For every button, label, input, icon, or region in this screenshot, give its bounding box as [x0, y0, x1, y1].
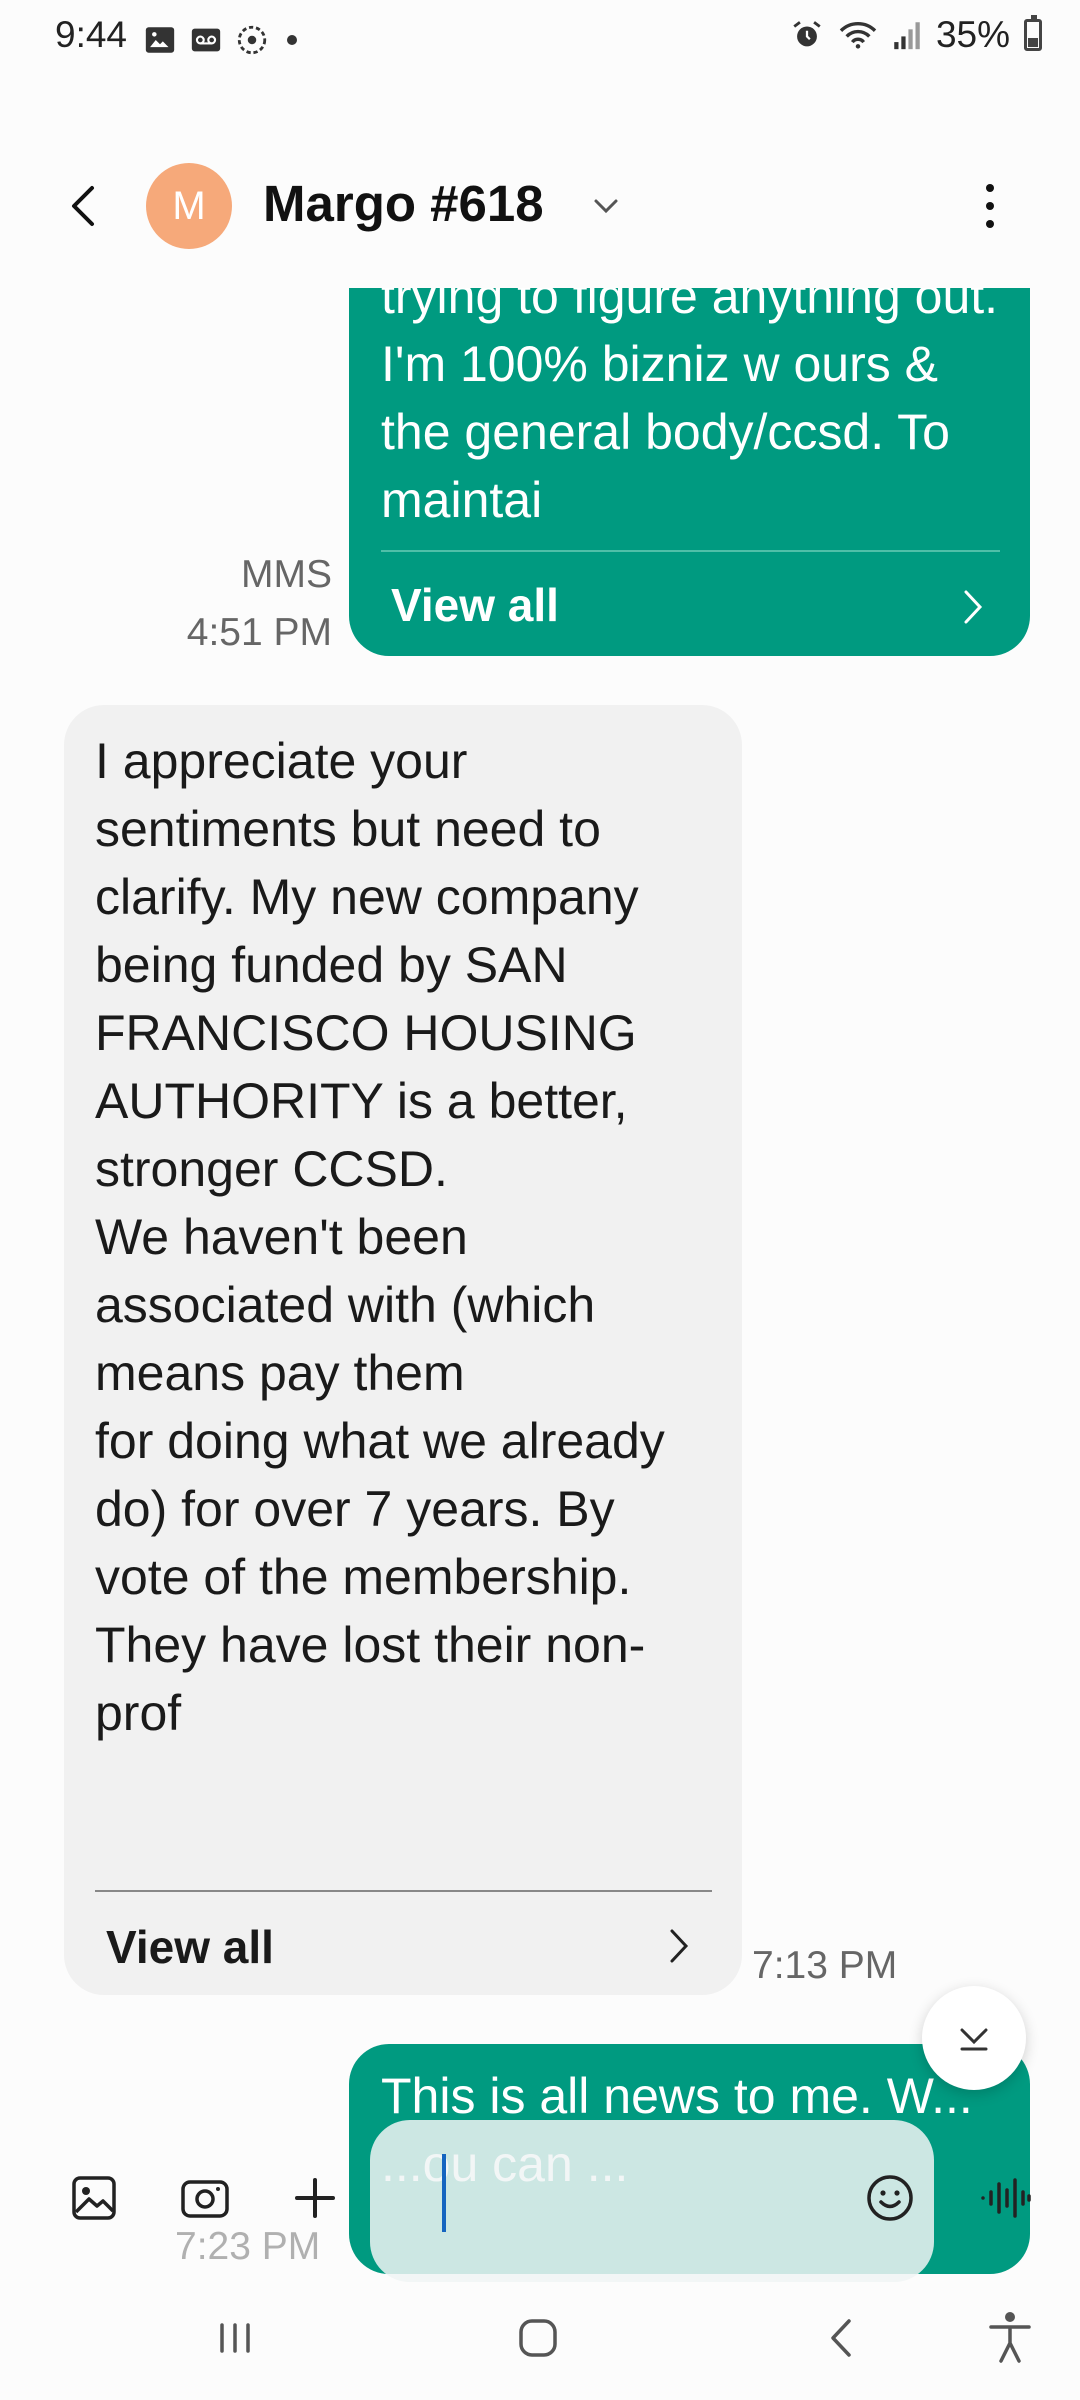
camera-icon[interactable]: [175, 2168, 235, 2228]
accessibility-icon[interactable]: [975, 2303, 1045, 2373]
divider: [381, 550, 1000, 552]
notification-icons: [143, 22, 297, 58]
message-input[interactable]: [370, 2120, 934, 2282]
status-time: 9:44: [55, 14, 128, 55]
system-status: 35%: [790, 14, 1042, 56]
view-all-button[interactable]: View all: [106, 1920, 274, 1974]
scroll-to-bottom-button[interactable]: [922, 1986, 1026, 2090]
chevron-right-icon[interactable]: [956, 584, 990, 630]
alarm-icon: [793, 21, 821, 47]
signal-icon: [894, 22, 920, 50]
battery-icon: [1024, 15, 1042, 51]
incoming-message-bubble[interactable]: I appreciate your sentiments but need to…: [64, 705, 742, 1995]
battery-percent: 35%: [935, 14, 1010, 55]
gallery-icon[interactable]: [64, 2168, 124, 2228]
recents-icon[interactable]: [200, 2303, 270, 2373]
view-all-button[interactable]: View all: [391, 578, 559, 632]
settings-dashed-icon: [237, 25, 267, 55]
outgoing-message-bubble[interactable]: trying to figure anything out. I'm 100% …: [349, 288, 1030, 656]
image-icon: [145, 27, 175, 53]
status-bar: 9:44 35%: [0, 0, 1080, 80]
message-meta: MMS 4:51 PM: [187, 546, 332, 662]
text-cursor: [442, 2154, 446, 2232]
chevron-down-icon[interactable]: [586, 186, 626, 226]
divider: [95, 1890, 712, 1892]
add-icon[interactable]: [285, 2168, 345, 2228]
message-timestamp: 7:13 PM: [752, 1944, 898, 1987]
avatar-letter: M: [172, 183, 206, 228]
message-type-label: MMS: [241, 553, 332, 596]
avatar[interactable]: M: [146, 163, 232, 249]
contact-name[interactable]: Margo #618: [263, 174, 544, 233]
emoji-icon[interactable]: [860, 2168, 920, 2228]
voicemail-icon: [191, 28, 221, 52]
message-timestamp: 4:51 PM: [186, 611, 332, 654]
home-icon[interactable]: [503, 2303, 573, 2373]
back-button[interactable]: [58, 176, 118, 236]
message-text: trying to figure anything out. I'm 100% …: [381, 288, 999, 528]
more-notifications-dot: [287, 35, 297, 45]
chevron-right-icon[interactable]: [662, 1923, 696, 1969]
nav-back-icon[interactable]: [807, 2303, 877, 2373]
message-text: I appreciate your sentiments but need to…: [95, 733, 665, 1741]
wifi-icon: [839, 22, 877, 49]
more-options-icon[interactable]: [970, 176, 1010, 236]
voice-record-icon[interactable]: [975, 2168, 1035, 2228]
chevron-down-bar-icon: [960, 2028, 988, 2051]
